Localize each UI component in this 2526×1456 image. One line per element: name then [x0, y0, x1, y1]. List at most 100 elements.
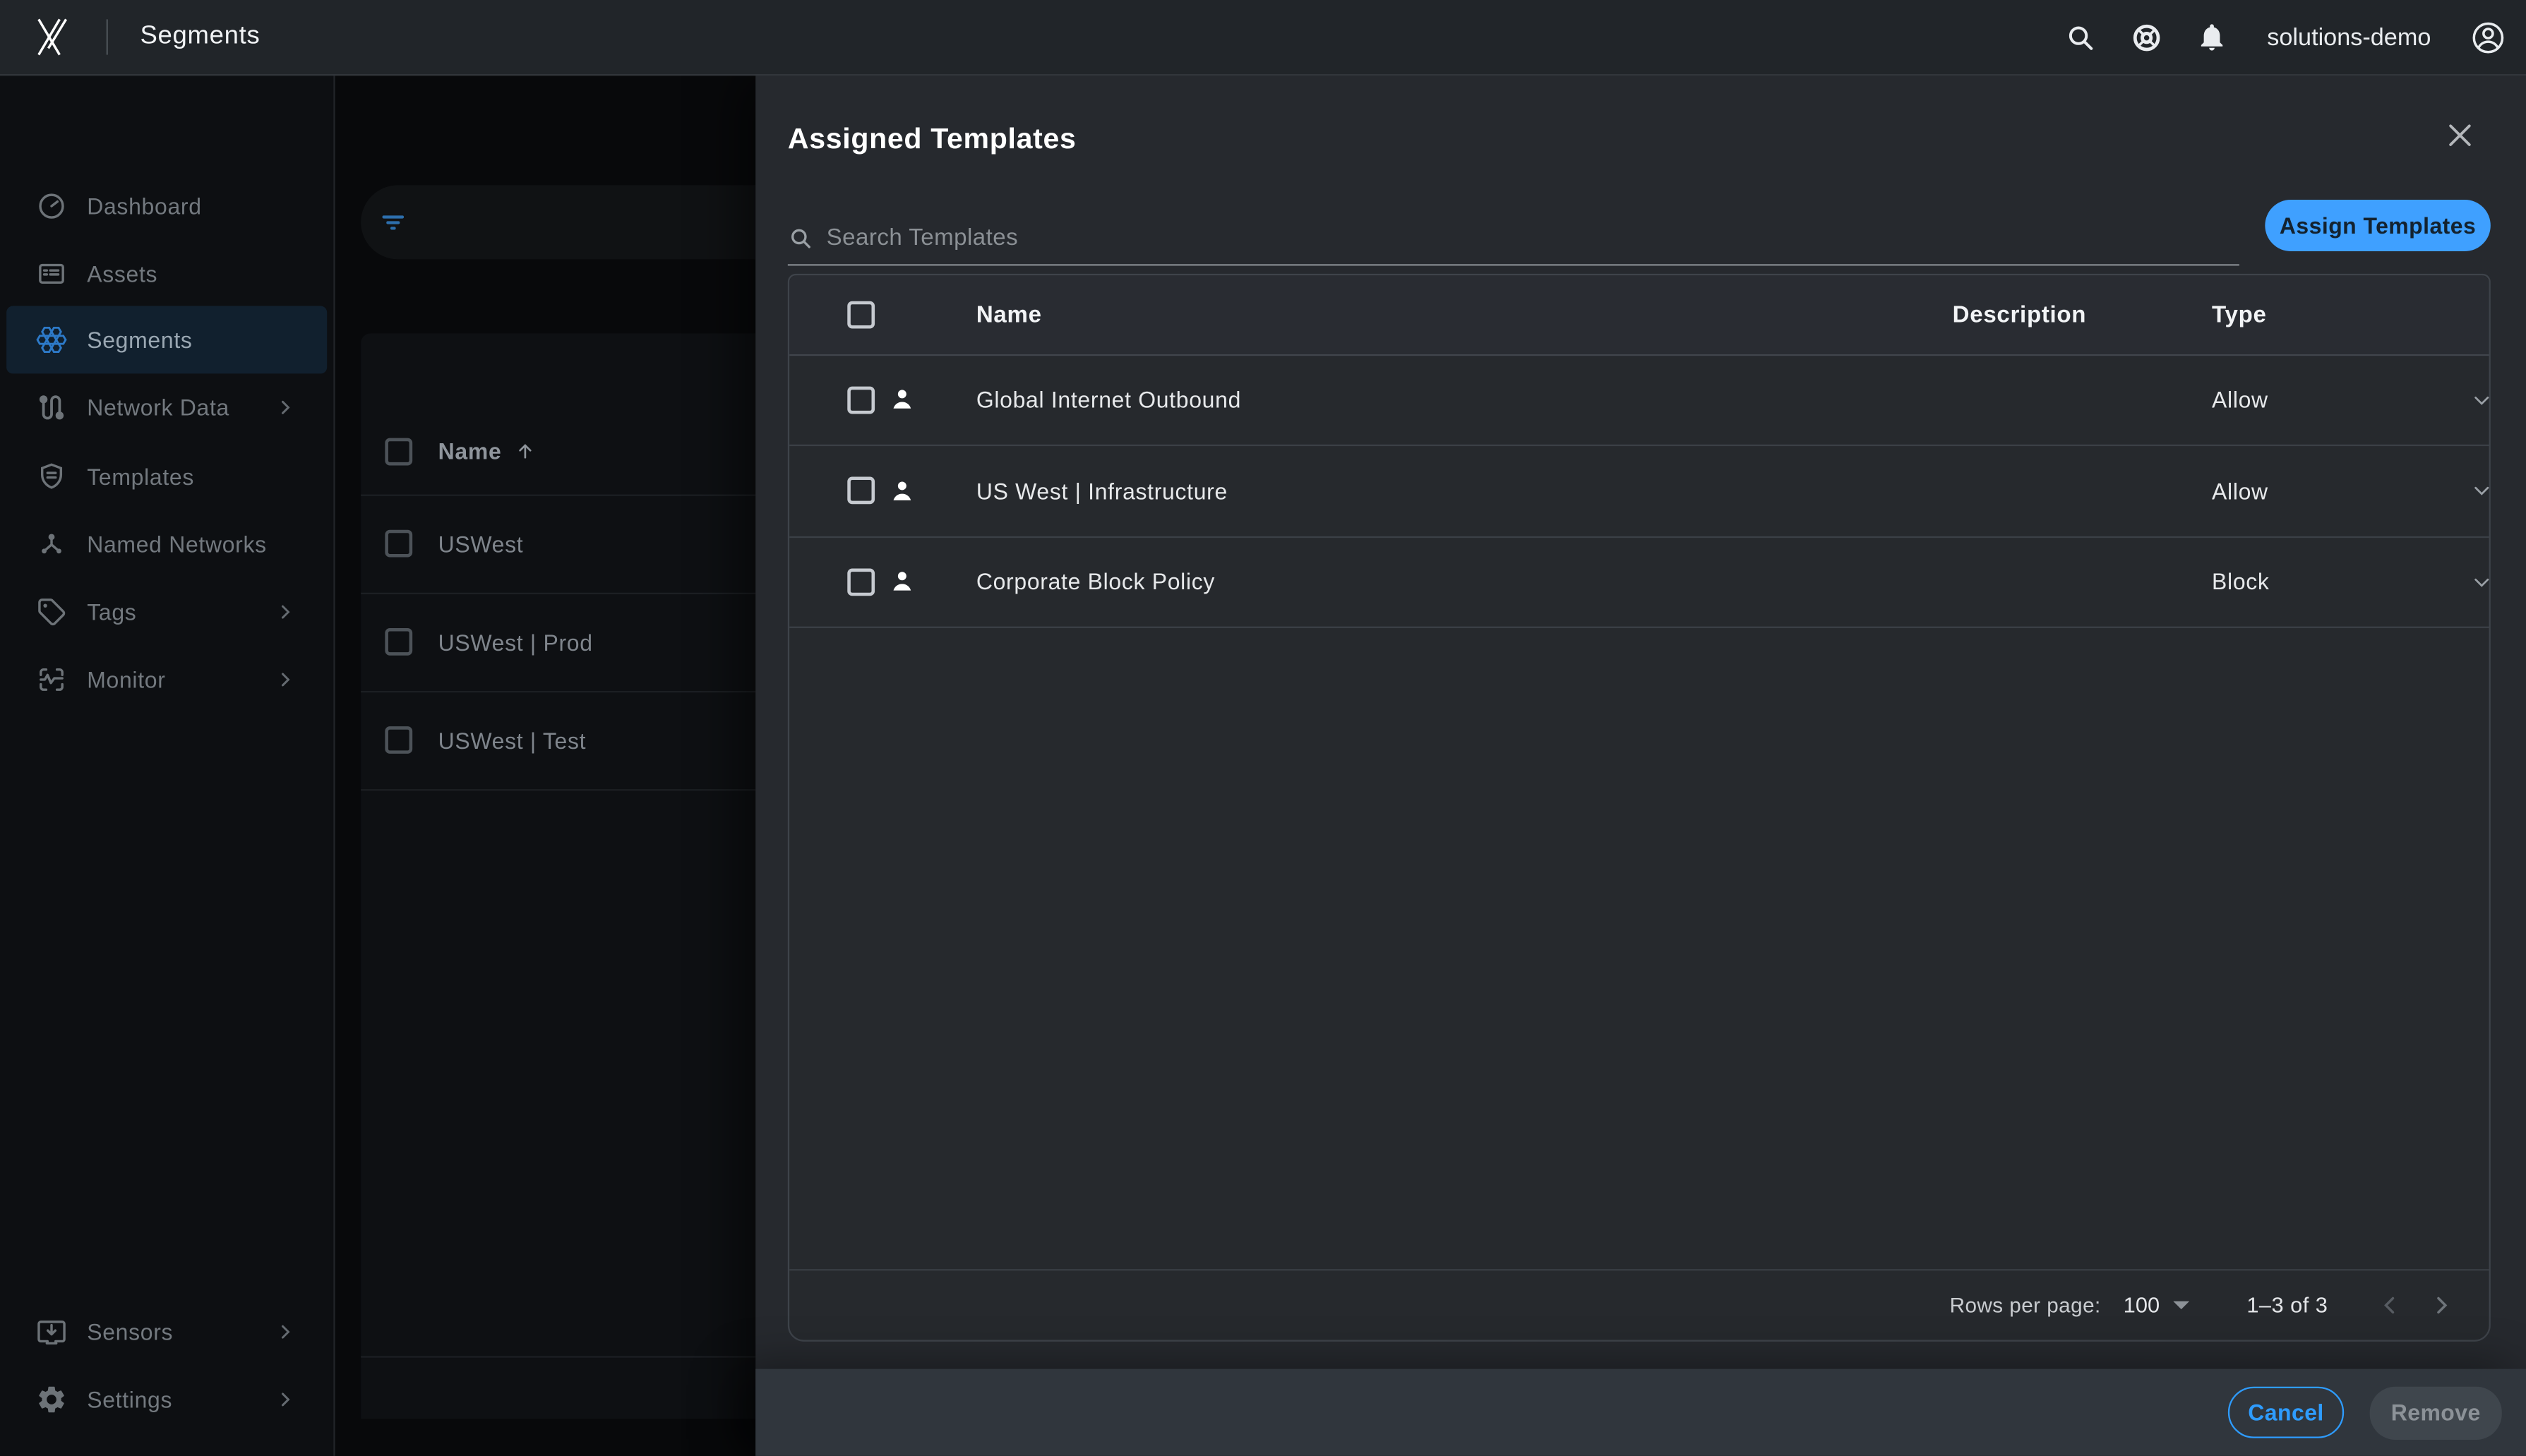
segments-pagination-strip — [361, 1356, 755, 1419]
filter-icon[interactable] — [377, 206, 409, 239]
person-icon — [887, 476, 916, 505]
template-name: Global Internet Outbound — [976, 387, 1241, 413]
person-icon — [887, 385, 916, 414]
notifications-bell-icon[interactable] — [2196, 21, 2229, 54]
template-row[interactable]: Global Internet Outbound Allow — [789, 354, 2489, 446]
chevron-down-icon[interactable] — [2471, 571, 2492, 592]
segments-honeycomb-icon — [35, 324, 68, 356]
sidebar-nav: Dashboard Assets — [0, 74, 335, 1456]
row-checkbox[interactable] — [847, 386, 875, 414]
assign-templates-button[interactable]: Assign Templates — [2265, 200, 2490, 251]
segment-row[interactable]: USWest | Prod — [361, 593, 755, 692]
segments-list-panel: Name USWest USWest | Prod USWest | Test — [335, 74, 756, 1456]
segments-table: Name USWest USWest | Prod USWest | Test — [361, 333, 755, 1419]
sidebar-item-label: Named Networks — [87, 531, 267, 558]
sidebar-item-tags[interactable]: Tags — [6, 578, 327, 646]
username-label[interactable]: solutions-demo — [2267, 23, 2431, 51]
segment-row[interactable]: USWest — [361, 495, 755, 594]
app-root: Segments solutions-demo — [0, 0, 2526, 1456]
segment-name: USWest | Test — [438, 727, 587, 753]
row-checkbox[interactable] — [847, 476, 875, 504]
brand-logo-icon[interactable] — [32, 16, 71, 58]
remove-button[interactable]: Remove — [2370, 1386, 2502, 1439]
rows-per-page-select[interactable]: 100 — [2124, 1293, 2189, 1317]
search-icon — [788, 225, 814, 251]
template-name: US West | Infrastructure — [976, 478, 1228, 504]
sidebar-item-label: Settings — [87, 1387, 172, 1413]
row-checkbox[interactable] — [385, 726, 412, 754]
assigned-templates-drawer: Assigned Templates Assign Templates Name… — [755, 74, 2526, 1456]
select-all-checkbox[interactable] — [847, 301, 875, 329]
template-type-select[interactable]: Allow — [2212, 387, 2268, 413]
previous-page-icon[interactable] — [2370, 1286, 2409, 1325]
sidebar-item-segments[interactable]: Segments — [6, 306, 327, 374]
template-row[interactable]: Corporate Block Policy Block — [789, 536, 2489, 628]
sidebar-item-label: Assets — [87, 261, 157, 287]
sidebar-item-label: Network Data — [87, 395, 229, 421]
network-data-route-icon — [35, 392, 68, 424]
chevron-down-icon[interactable] — [2471, 480, 2492, 501]
select-all-checkbox[interactable] — [385, 438, 412, 465]
named-networks-hub-icon — [35, 528, 68, 560]
search-icon[interactable] — [2064, 20, 2098, 54]
sidebar-item-templates[interactable]: Templates — [6, 443, 327, 511]
chevron-down-icon[interactable] — [2471, 389, 2492, 410]
dropdown-caret-icon — [2172, 1301, 2189, 1309]
sidebar-item-label: Segments — [87, 327, 192, 353]
top-bar: Segments solutions-demo — [0, 0, 2526, 76]
segment-name: USWest — [438, 531, 524, 557]
template-name: Corporate Block Policy — [976, 569, 1215, 595]
drawer-title: Assigned Templates — [788, 122, 1077, 156]
sidebar-item-monitor[interactable]: Monitor — [6, 646, 327, 714]
row-checkbox[interactable] — [385, 628, 412, 656]
monitor-pulse-icon — [35, 663, 68, 696]
column-header-description[interactable]: Description — [1953, 302, 2087, 328]
topbar-actions: solutions-demo — [2064, 0, 2507, 74]
chevron-right-icon — [275, 398, 294, 417]
sidebar-item-label: Sensors — [87, 1319, 173, 1345]
next-page-icon[interactable] — [2422, 1286, 2460, 1325]
chevron-right-icon — [275, 670, 294, 689]
rows-per-page-label: Rows per page: — [1950, 1293, 2101, 1317]
sidebar-item-label: Templates — [87, 464, 194, 490]
chevron-right-icon — [275, 602, 294, 621]
sidebar-item-label: Monitor — [87, 667, 165, 693]
sidebar-item-dashboard[interactable]: Dashboard — [6, 172, 327, 240]
cancel-button[interactable]: Cancel — [2228, 1387, 2344, 1438]
column-header-type[interactable]: Type — [2212, 302, 2267, 328]
tag-icon — [35, 596, 68, 628]
gear-icon — [35, 1383, 68, 1416]
close-icon[interactable] — [2444, 119, 2477, 152]
filter-toolbar — [361, 185, 755, 259]
templates-shield-icon — [35, 461, 68, 493]
sidebar-item-sensors[interactable]: Sensors — [6, 1298, 327, 1366]
chevron-right-icon — [275, 1390, 294, 1409]
sidebar-item-network-data[interactable]: Network Data — [6, 373, 327, 441]
drawer-action-bar: Cancel Remove — [755, 1369, 2526, 1456]
help-lifebuoy-icon[interactable] — [2130, 20, 2164, 54]
row-checkbox[interactable] — [847, 567, 875, 595]
template-type-select[interactable]: Allow — [2212, 478, 2268, 504]
sidebar-item-assets[interactable]: Assets — [6, 240, 327, 308]
account-avatar-icon[interactable] — [2470, 18, 2506, 55]
templates-table: Name Description Type Global Internet Ou… — [788, 274, 2491, 1342]
sidebar-item-label: Tags — [87, 599, 136, 625]
segment-name: USWest | Prod — [438, 629, 593, 655]
row-checkbox[interactable] — [385, 530, 412, 558]
topbar-divider — [107, 19, 108, 54]
template-row[interactable]: US West | Infrastructure Allow — [789, 445, 2489, 537]
column-header-name[interactable]: Name — [976, 302, 1042, 328]
page-title: Segments — [140, 23, 261, 52]
sidebar-item-settings[interactable]: Settings — [6, 1366, 327, 1433]
rows-per-page-value: 100 — [2124, 1293, 2160, 1317]
sidebar-item-named-networks[interactable]: Named Networks — [6, 510, 327, 578]
pagination-bar: Rows per page: 100 1–3 of 3 — [789, 1269, 2489, 1340]
search-templates-field[interactable] — [788, 212, 2239, 265]
segment-row[interactable]: USWest | Test — [361, 691, 755, 790]
template-type-select[interactable]: Block — [2212, 569, 2270, 595]
assets-icon — [35, 258, 68, 290]
sort-ascending-icon[interactable] — [515, 440, 537, 462]
search-templates-input[interactable] — [823, 224, 2239, 253]
column-header-name[interactable]: Name — [438, 438, 502, 464]
sensors-download-icon — [35, 1316, 68, 1348]
